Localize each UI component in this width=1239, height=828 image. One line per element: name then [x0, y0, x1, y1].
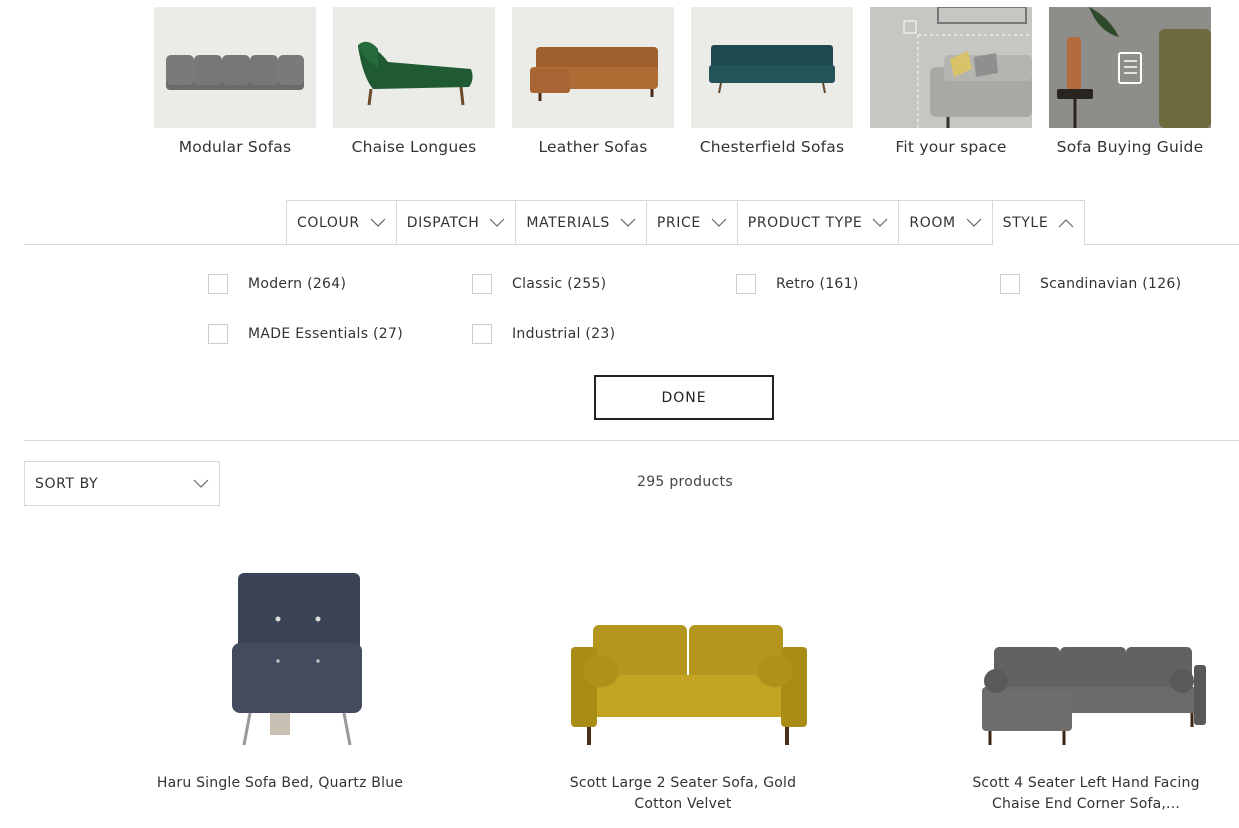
category-label: Fit your space: [895, 138, 1007, 156]
done-button[interactable]: DONE: [594, 375, 774, 420]
category-modular-sofas[interactable]: Modular Sofas: [154, 7, 316, 156]
category-leather-sofas[interactable]: Leather Sofas: [512, 7, 674, 156]
product-card[interactable]: Scott 4 Seater Left Hand Facing Chaise E…: [936, 555, 1236, 815]
filter-tab-room[interactable]: ROOM: [898, 200, 992, 244]
buying-guide-image: [1049, 7, 1211, 128]
checkbox[interactable]: [208, 324, 228, 344]
sort-dropdown[interactable]: SORT BY: [24, 461, 220, 506]
fit-space-image: [870, 7, 1032, 128]
filter-tab-label: PRICE: [656, 214, 701, 231]
chevron-down-icon: [370, 218, 386, 227]
filter-bar: COLOUR DISPATCH MATERIALS PRICE PRODUCT …: [286, 200, 1086, 245]
filter-tab-style[interactable]: STYLE: [991, 200, 1086, 245]
option-label: MADE Essentials (27): [248, 326, 403, 342]
style-option-classic[interactable]: Classic (255): [472, 274, 606, 294]
filter-tab-colour[interactable]: COLOUR: [286, 200, 396, 244]
filter-tab-label: MATERIALS: [526, 214, 610, 231]
category-label: Sofa Buying Guide: [1056, 138, 1204, 156]
product-image: [982, 647, 1206, 745]
category-chaise-longues[interactable]: Chaise Longues: [333, 7, 495, 156]
category-label: Chesterfield Sofas: [699, 138, 845, 156]
category-row: Modular Sofas Chaise Longues Leather Sof…: [154, 7, 1211, 156]
filter-tab-materials[interactable]: MATERIALS: [515, 200, 646, 244]
chevron-down-icon: [711, 218, 727, 227]
product-image: [232, 573, 362, 746]
checkbox[interactable]: [736, 274, 756, 294]
chevron-down-icon: [966, 218, 982, 227]
chevron-down-icon: [620, 218, 636, 227]
product-name-line2: Cotton Velvet: [634, 796, 732, 812]
product-card[interactable]: Scott Large 2 Seater Sofa, Gold Cotton V…: [533, 555, 833, 815]
filter-tab-label: STYLE: [1002, 215, 1049, 231]
category-label: Leather Sofas: [538, 138, 648, 156]
option-label: Scandinavian (126): [1040, 276, 1182, 292]
filter-tab-price[interactable]: PRICE: [645, 200, 737, 244]
filter-tab-label: ROOM: [909, 214, 956, 231]
chaise-longue-image: [333, 7, 495, 128]
product-card[interactable]: Haru Single Sofa Bed, Quartz Blue: [130, 555, 430, 794]
product-name: Haru Single Sofa Bed, Quartz Blue: [156, 775, 404, 791]
filter-tab-label: COLOUR: [297, 214, 360, 231]
chevron-up-icon: [1058, 219, 1074, 228]
style-option-made-essentials[interactable]: MADE Essentials (27): [208, 324, 403, 344]
category-fit-your-space[interactable]: Fit your space: [870, 7, 1032, 156]
option-label: Retro (161): [776, 276, 859, 292]
style-option-industrial[interactable]: Industrial (23): [472, 324, 615, 344]
modular-sofa-image: [154, 7, 316, 128]
filter-tab-product-type[interactable]: PRODUCT TYPE: [736, 200, 899, 244]
checkbox[interactable]: [472, 274, 492, 294]
filter-tab-dispatch[interactable]: DISPATCH: [395, 200, 516, 244]
chevron-down-icon: [489, 218, 505, 227]
sort-label: SORT BY: [35, 475, 99, 492]
category-chesterfield-sofas[interactable]: Chesterfield Sofas: [691, 7, 853, 156]
option-label: Industrial (23): [512, 326, 616, 342]
product-count: 295 products: [637, 474, 733, 490]
chevron-down-icon: [872, 218, 888, 227]
filter-tab-label: DISPATCH: [406, 214, 480, 231]
style-option-retro[interactable]: Retro (161): [736, 274, 859, 294]
category-label: Modular Sofas: [178, 138, 292, 156]
product-name: Scott 4 Seater Left Hand Facing: [972, 775, 1200, 791]
option-label: Classic (255): [512, 276, 607, 292]
product-name: Scott Large 2 Seater Sofa, Gold: [569, 775, 797, 791]
category-sofa-buying-guide[interactable]: Sofa Buying Guide: [1049, 7, 1211, 156]
checkbox[interactable]: [1000, 274, 1020, 294]
chesterfield-sofa-image: [691, 7, 853, 128]
filter-tab-label: PRODUCT TYPE: [747, 214, 863, 231]
style-option-modern[interactable]: Modern (264): [208, 274, 346, 294]
category-label: Chaise Longues: [351, 138, 477, 156]
checkbox[interactable]: [208, 274, 228, 294]
chevron-down-icon: [193, 479, 209, 488]
style-option-scandinavian[interactable]: Scandinavian (126): [1000, 274, 1181, 294]
checkbox[interactable]: [472, 324, 492, 344]
divider: [24, 440, 1239, 441]
option-label: Modern (264): [248, 276, 347, 292]
leather-sofa-image: [512, 7, 674, 128]
product-image: [571, 625, 807, 745]
product-name-line2: Chaise End Corner Sofa,...: [991, 796, 1181, 812]
